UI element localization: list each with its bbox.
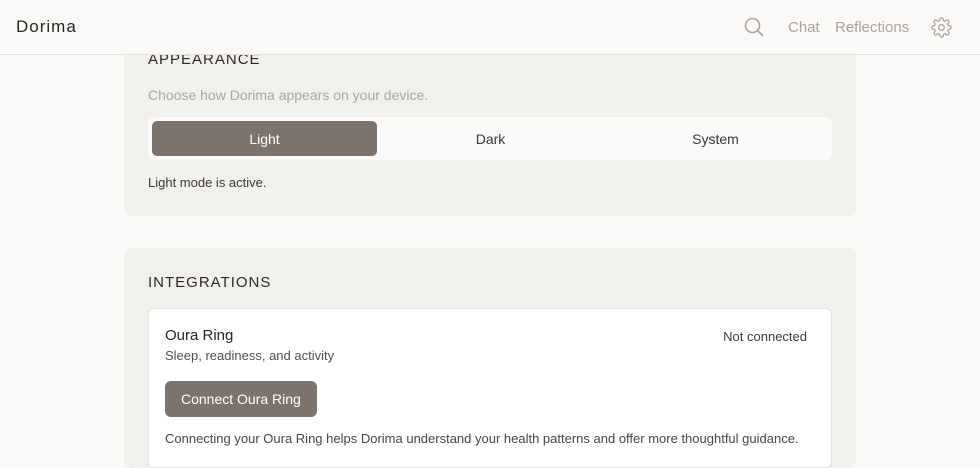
theme-option-dark[interactable]: Dark bbox=[378, 121, 603, 156]
top-bar: Dorima Chat Reflections bbox=[0, 0, 980, 55]
theme-segmented-control: Light Dark System bbox=[148, 117, 832, 160]
nav-chat-link[interactable]: Chat bbox=[788, 19, 820, 36]
theme-option-light[interactable]: Light bbox=[152, 121, 377, 156]
brand-logo[interactable]: Dorima bbox=[16, 17, 77, 37]
integration-card-oura: Oura Ring Sleep, readiness, and activity… bbox=[148, 308, 832, 468]
gear-icon[interactable] bbox=[931, 17, 952, 38]
integration-name: Oura Ring bbox=[165, 327, 234, 344]
integration-note: Connecting your Oura Ring helps Dorima u… bbox=[165, 431, 799, 446]
nav-reflections-link[interactable]: Reflections bbox=[835, 19, 909, 36]
appearance-description: Choose how Dorima appears on your device… bbox=[148, 87, 429, 103]
integration-subtitle: Sleep, readiness, and activity bbox=[165, 348, 335, 363]
integrations-title: INTEGRATIONS bbox=[148, 274, 272, 291]
theme-status-text: Light mode is active. bbox=[148, 175, 267, 190]
integration-status: Not connected bbox=[723, 329, 807, 344]
search-icon[interactable] bbox=[744, 17, 764, 37]
integrations-section: INTEGRATIONS Oura Ring Sleep, readiness,… bbox=[124, 248, 856, 468]
theme-option-system[interactable]: System bbox=[603, 121, 828, 156]
connect-oura-button[interactable]: Connect Oura Ring bbox=[165, 381, 317, 417]
